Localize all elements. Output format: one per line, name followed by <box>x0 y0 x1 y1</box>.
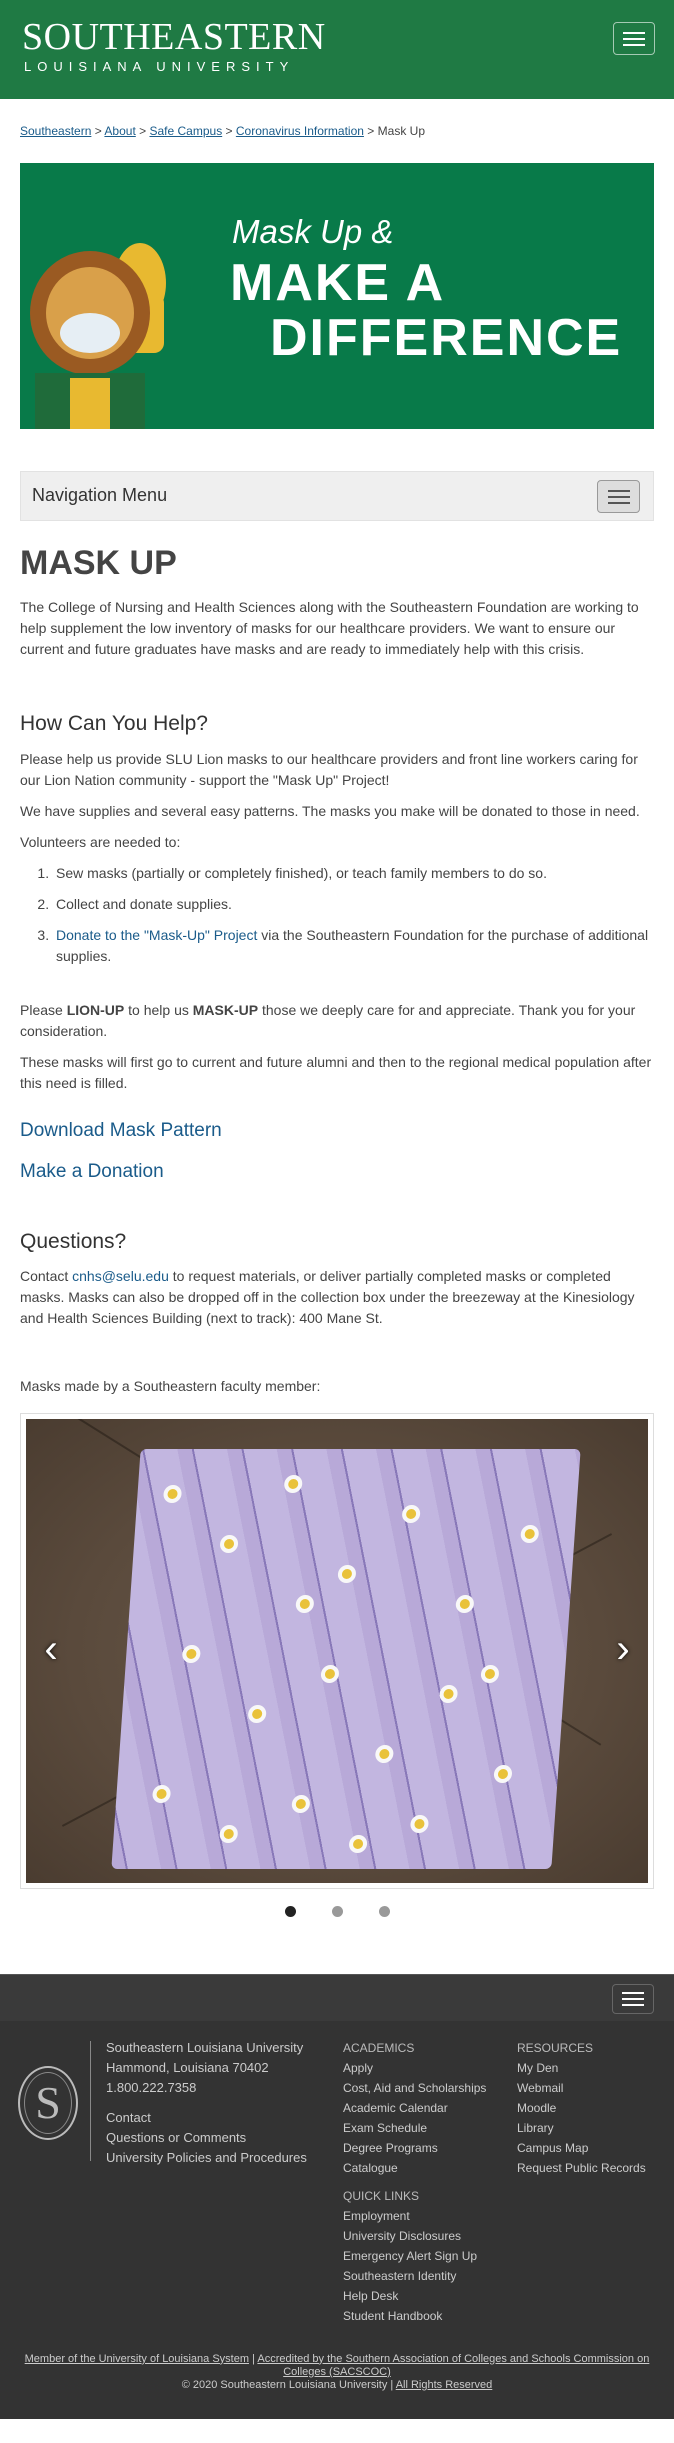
footer-resources: RESOURCES My Den Webmail Moodle Library … <box>517 2038 646 2178</box>
carousel-dot-1[interactable] <box>284 1905 296 1917</box>
footer-menu-button[interactable] <box>612 1983 654 2014</box>
university-city: Hammond, Louisiana 70402 <box>106 2059 269 2075</box>
footer-link-public-records[interactable]: Request Public Records <box>517 2158 646 2178</box>
lion-up-paragraph: Please LION-UP to help us MASK-UP those … <box>20 1001 636 1039</box>
navigation-menu-toggle[interactable] <box>597 480 640 513</box>
image-carousel: ‹ › <box>20 1412 654 1889</box>
page-title: MASK UP <box>20 544 177 582</box>
alumni-paragraph: These masks will first go to current and… <box>20 1053 652 1091</box>
mask-up-banner: Mask Up & MAKE A DIFFERENCE <box>20 163 654 429</box>
footer-link-identity[interactable]: Southeastern Identity <box>343 2266 477 2286</box>
ul-system-link[interactable]: Member of the University of Louisiana Sy… <box>25 2353 249 2365</box>
navigation-menu-title: Navigation Menu <box>32 485 168 505</box>
footer-link-library[interactable]: Library <box>517 2118 646 2138</box>
help-paragraph-1: Please help us provide SLU Lion masks to… <box>20 750 638 788</box>
list-item: Collect and donate supplies. <box>53 894 654 915</box>
breadcrumb-southeastern[interactable]: Southeastern <box>20 124 91 138</box>
resources-heading: RESOURCES <box>517 2040 594 2055</box>
university-name: Southeastern Louisiana University <box>106 2039 304 2055</box>
footer-divider <box>90 2040 91 2161</box>
footer-link-moodle[interactable]: Moodle <box>517 2098 646 2118</box>
sacscoc-link[interactable]: Accredited by the Southern Association o… <box>257 2353 649 2378</box>
footer-academics: ACADEMICS Apply Cost, Aid and Scholarshi… <box>343 2038 486 2178</box>
questions-heading: Questions? <box>20 1229 127 1253</box>
footer-bottom: Member of the University of Louisiana Sy… <box>24 2352 650 2391</box>
site-header: SOUTHEASTERN LOUISIANA UNIVERSITY <box>0 0 674 99</box>
help-heading: How Can You Help? <box>20 712 208 736</box>
footer-link-employment[interactable]: Employment <box>343 2206 477 2226</box>
carousel-next-button[interactable]: › <box>608 1629 638 1669</box>
footer-link-questions[interactable]: Questions or Comments <box>106 2128 307 2148</box>
university-seal-icon: S <box>18 2065 78 2140</box>
breadcrumb-safe-campus[interactable]: Safe Campus <box>149 124 222 138</box>
footer-link-emergency-alert[interactable]: Emergency Alert Sign Up <box>343 2246 477 2266</box>
quick-links-heading: QUICK LINKS <box>343 2188 420 2203</box>
breadcrumb-about[interactable]: About <box>104 124 135 138</box>
hamburger-icon <box>623 31 645 34</box>
footer-link-cost-aid[interactable]: Cost, Aid and Scholarships <box>343 2078 486 2098</box>
logo-sub[interactable]: LOUISIANA UNIVERSITY <box>24 60 294 73</box>
donate-mask-up-link[interactable]: Donate to the "Mask-Up" Project <box>56 927 257 943</box>
make-donation-link[interactable]: Make a Donation <box>20 1161 654 1183</box>
footer-link-contact[interactable]: Contact <box>106 2108 307 2128</box>
banner-line-3: DIFFERENCE <box>270 309 623 367</box>
header-menu-button[interactable] <box>613 22 655 55</box>
questions-paragraph: Contact cnhs@selu.edu to request materia… <box>20 1267 635 1326</box>
footer-link-student-handbook[interactable]: Student Handbook <box>343 2306 477 2326</box>
footer-link-campus-map[interactable]: Campus Map <box>517 2138 646 2158</box>
breadcrumb-current: Mask Up <box>377 124 425 138</box>
academics-heading: ACADEMICS <box>343 2040 415 2055</box>
carousel-dot-3[interactable] <box>378 1905 390 1917</box>
footer-link-degree-programs[interactable]: Degree Programs <box>343 2138 486 2158</box>
lion-mascot-image <box>30 243 166 429</box>
hamburger-icon <box>607 489 630 492</box>
logo-main[interactable]: SOUTHEASTERN <box>22 18 326 56</box>
download-mask-pattern-link[interactable]: Download Mask Pattern <box>20 1120 654 1142</box>
intro-paragraph: The College of Nursing and Health Scienc… <box>20 599 639 658</box>
banner-line-1: Mask Up & <box>232 213 394 250</box>
daisy-masks <box>111 1448 581 1869</box>
footer-link-academic-calendar[interactable]: Academic Calendar <box>343 2098 486 2118</box>
footer-link-disclosures[interactable]: University Disclosures <box>343 2226 477 2246</box>
banner-line-2: MAKE A <box>230 254 446 312</box>
masks-caption: Masks made by a Southeastern faculty mem… <box>20 1377 321 1394</box>
list-item: Donate to the "Mask-Up" Project via the … <box>53 925 654 967</box>
footer-address: Southeastern Louisiana University Hammon… <box>106 2038 307 2168</box>
footer-nav-bar <box>0 1973 674 2021</box>
breadcrumb-coronavirus-information[interactable]: Coronavirus Information <box>236 124 364 138</box>
footer-link-my-den[interactable]: My Den <box>517 2058 646 2078</box>
carousel-dot-2[interactable] <box>331 1905 343 1917</box>
site-footer: S Southeastern Louisiana University Hamm… <box>0 2020 674 2419</box>
footer-link-exam-schedule[interactable]: Exam Schedule <box>343 2118 486 2138</box>
hamburger-icon <box>622 1991 644 1994</box>
carousel-indicators <box>20 1905 654 1920</box>
carousel-prev-button[interactable]: ‹ <box>36 1629 66 1669</box>
breadcrumb: Southeastern > About > Safe Campus > Cor… <box>20 124 425 138</box>
all-rights-link[interactable]: All Rights Reserved <box>396 2379 493 2391</box>
masks-photo: ‹ › <box>26 1418 648 1883</box>
main-content: Southeastern > About > Safe Campus > Cor… <box>0 124 674 1920</box>
help-paragraph-2: We have supplies and several easy patter… <box>20 802 640 819</box>
footer-quick-links: QUICK LINKS Employment University Disclo… <box>343 2186 477 2326</box>
footer-link-help-desk[interactable]: Help Desk <box>343 2286 477 2306</box>
footer-link-catalogue[interactable]: Catalogue <box>343 2158 486 2178</box>
contact-email-link[interactable]: cnhs@selu.edu <box>72 1268 169 1284</box>
list-item: Sew masks (partially or completely finis… <box>53 863 654 884</box>
footer-link-apply[interactable]: Apply <box>343 2058 486 2078</box>
volunteer-list: Sew masks (partially or completely finis… <box>20 863 654 967</box>
copyright-text: © 2020 Southeastern Louisiana University <box>181 2378 388 2391</box>
footer-link-webmail[interactable]: Webmail <box>517 2078 646 2098</box>
volunteers-paragraph: Volunteers are needed to: <box>20 833 181 850</box>
university-phone: 1.800.222.7358 <box>106 2079 197 2095</box>
footer-link-policies[interactable]: University Policies and Procedures <box>106 2148 307 2168</box>
navigation-menu-bar: Navigation Menu <box>20 471 654 521</box>
